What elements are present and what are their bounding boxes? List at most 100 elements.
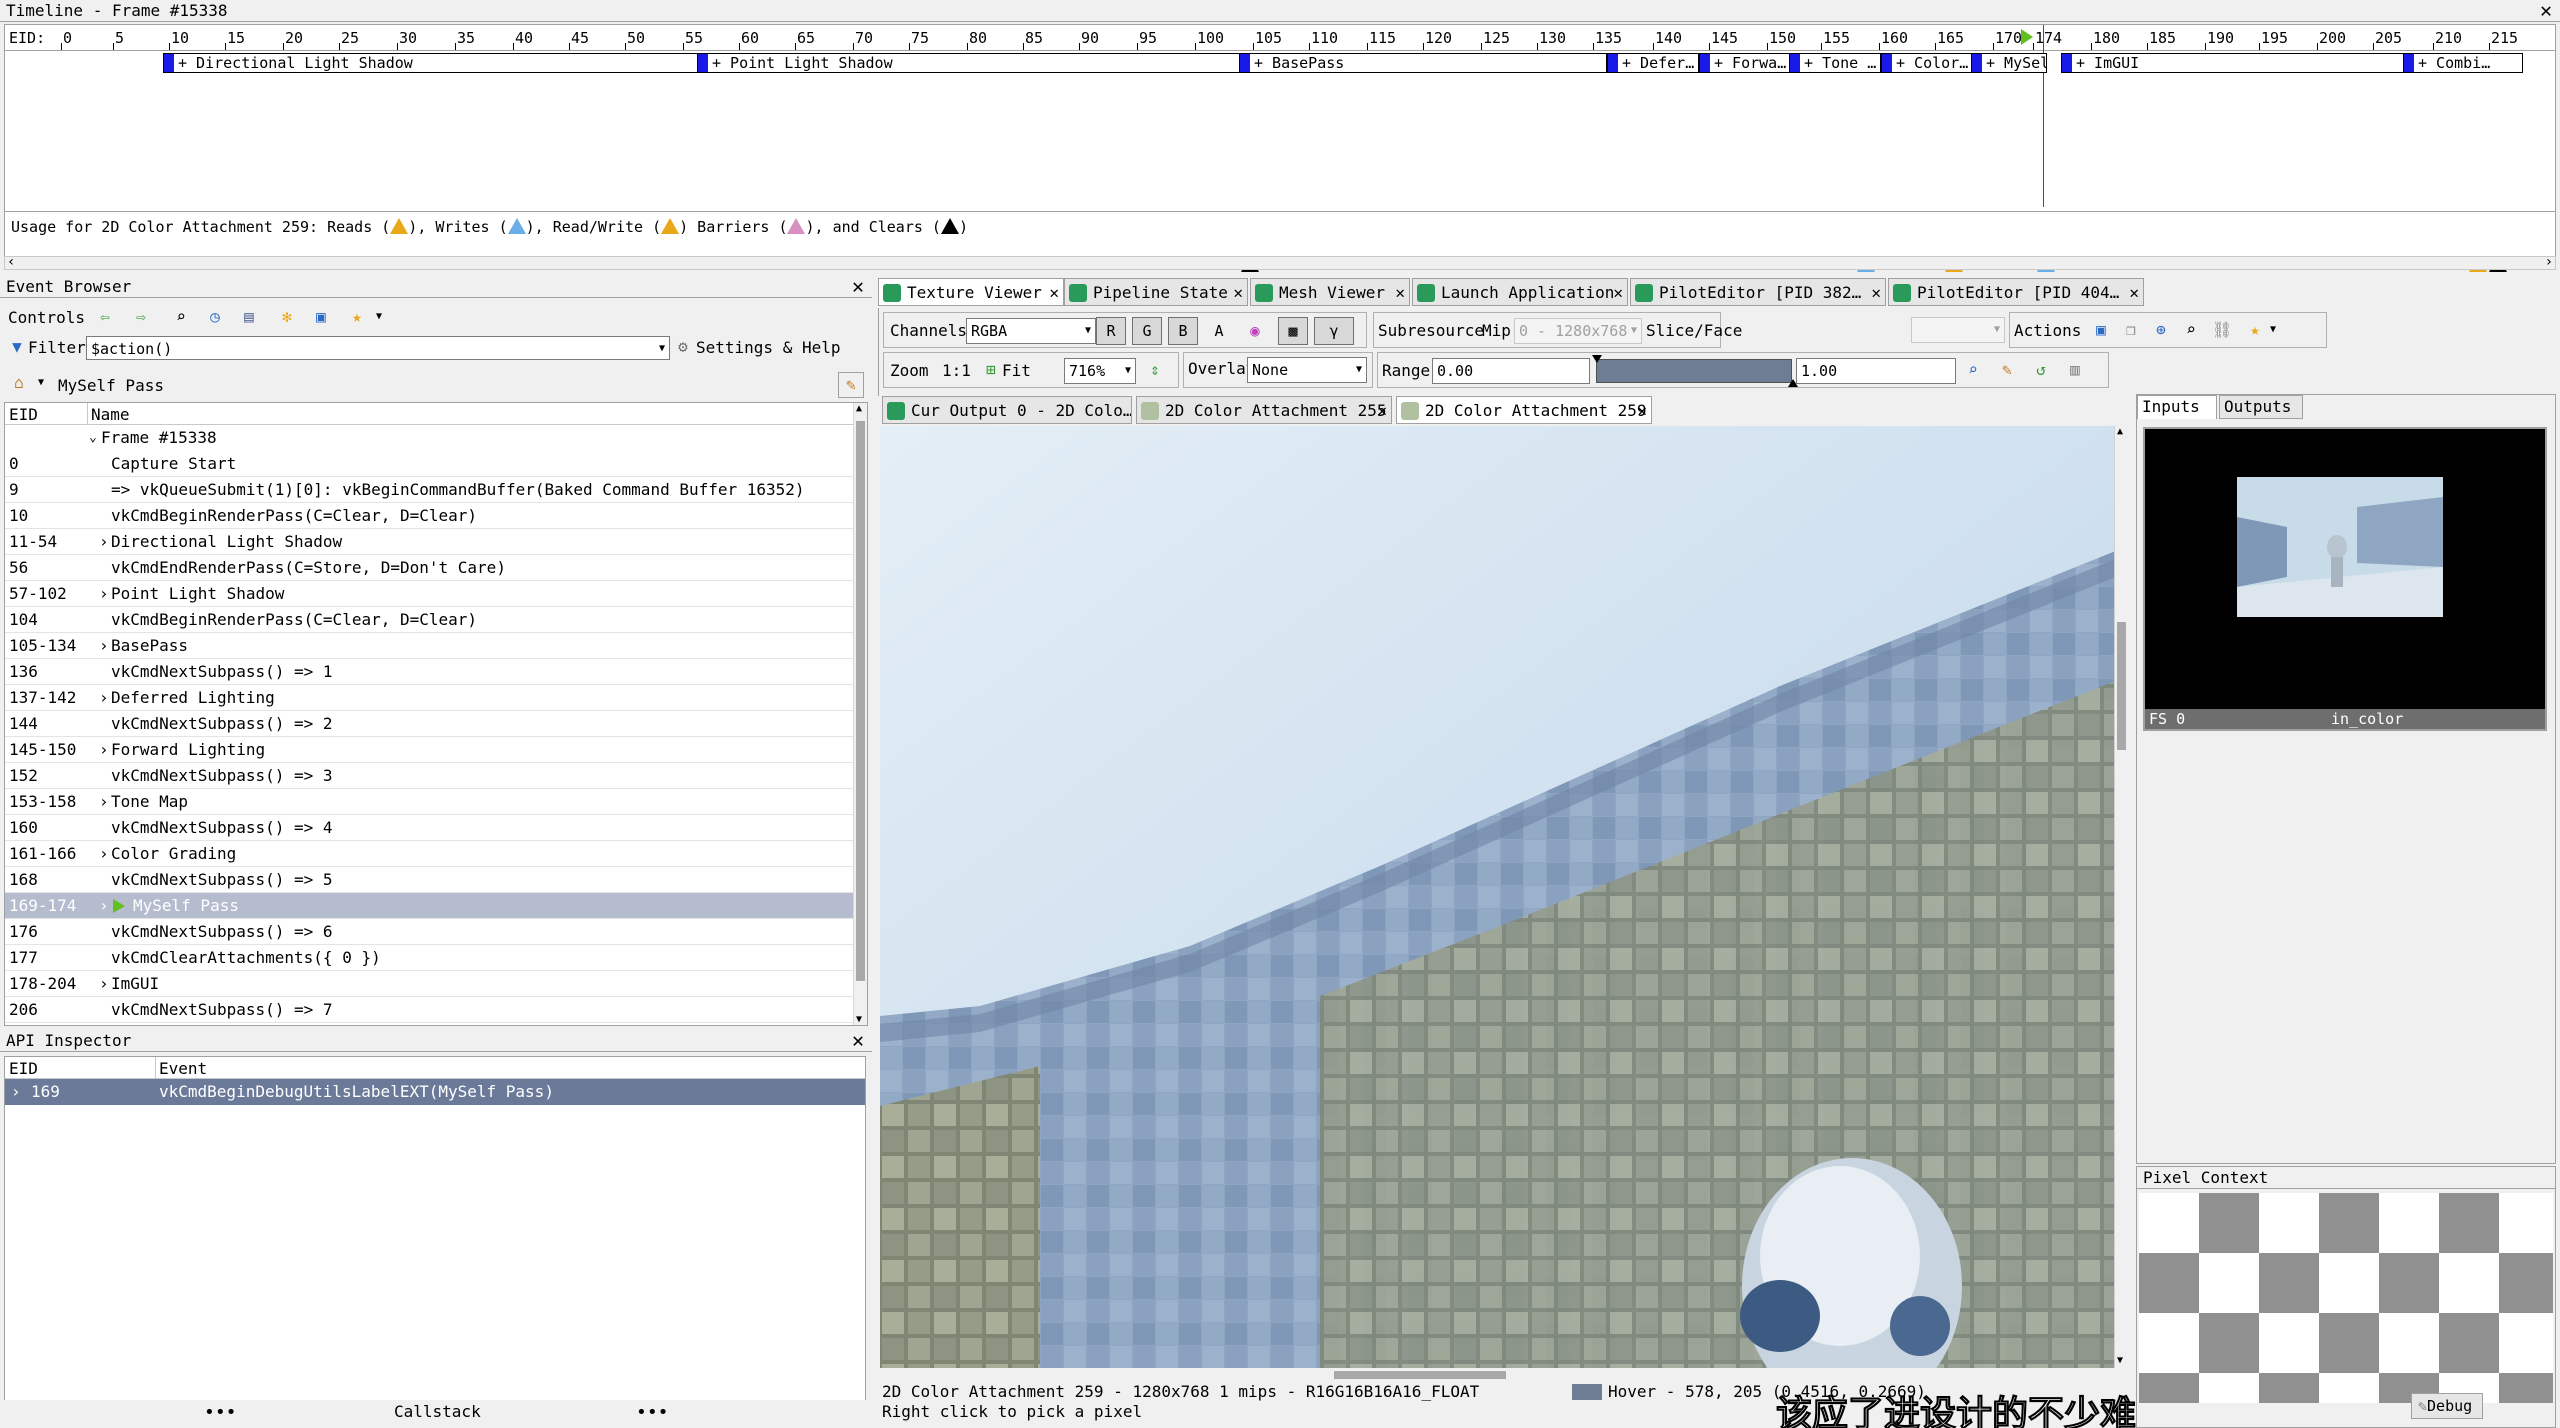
chevron-down-icon[interactable]: ⌄ xyxy=(89,425,97,451)
scroll-thumb[interactable] xyxy=(1334,1371,1506,1379)
close-icon[interactable]: ✕ xyxy=(1233,279,1243,305)
event-tree-scrollbar[interactable]: ▲ ▼ xyxy=(853,403,867,1025)
bookmark-icon[interactable]: ★ xyxy=(2246,321,2264,339)
close-icon[interactable]: ✕ xyxy=(1049,279,1059,305)
tab-inputs[interactable]: Inputs xyxy=(2137,395,2217,419)
save-icon[interactable]: ▣ xyxy=(2092,321,2110,339)
thumbnail-box[interactable]: FS 0 in_color xyxy=(2143,427,2547,731)
main-tab[interactable]: PilotEditor [PID 404… ✕ xyxy=(1888,278,2144,306)
channels-select[interactable]: RGBA ▼ xyxy=(966,318,1096,344)
find-icon[interactable]: ⌕ xyxy=(172,308,190,326)
col-eid[interactable]: EID xyxy=(9,1059,38,1078)
chevron-right-icon[interactable]: › xyxy=(99,529,109,555)
gamma-button[interactable]: γ xyxy=(1314,317,1354,345)
timeline-marker[interactable]: + Tone … xyxy=(1789,53,1881,73)
event-row[interactable]: 145-150 › Forward Lighting xyxy=(5,737,855,763)
texture-subtab[interactable]: 2D Color Attachment 255 ✕ xyxy=(1136,396,1392,424)
home-icon[interactable]: ⌂ xyxy=(10,374,28,392)
col-name[interactable]: Name xyxy=(91,405,130,424)
main-tab[interactable]: Mesh Viewer ✕ xyxy=(1250,278,1410,306)
range-handle-left[interactable] xyxy=(1592,355,1602,363)
close-icon[interactable]: ✕ xyxy=(1377,397,1387,423)
event-row[interactable]: 176 vkCmdNextSubpass() => 6 xyxy=(5,919,855,945)
chevron-right-icon[interactable]: › xyxy=(99,685,109,711)
scroll-right-icon[interactable]: › xyxy=(2545,254,2553,270)
range-slider[interactable] xyxy=(1596,359,1792,383)
frame-row[interactable]: ⌄ Frame #15338 xyxy=(5,425,855,451)
blue-channel-button[interactable]: B xyxy=(1168,317,1198,345)
event-row[interactable]: 177 vkCmdClearAttachments({ 0 }) xyxy=(5,945,855,971)
timeline-marker[interactable]: + Defer… xyxy=(1607,53,1699,73)
main-tab[interactable]: PilotEditor [PID 382… ✕ xyxy=(1630,278,1886,306)
mip-select[interactable]: 0 - 1280x768 ▼ xyxy=(1514,318,1642,344)
zoom-ratio-button[interactable]: 1:1 xyxy=(942,361,971,380)
overlay-select[interactable]: None ▼ xyxy=(1247,357,1367,383)
scroll-thumb[interactable] xyxy=(856,421,865,981)
timeline-marker[interactable]: + MySel… xyxy=(1971,53,2047,73)
event-row[interactable]: 178-204 › ImGUI xyxy=(5,971,855,997)
more-icon[interactable]: ••• xyxy=(636,1402,669,1423)
timeline-marker[interactable]: + Color… xyxy=(1881,53,1973,73)
more-icon[interactable]: ••• xyxy=(204,1402,237,1423)
timeline-marker[interactable]: + BasePass xyxy=(1239,53,1607,73)
goto-icon[interactable]: ◷ xyxy=(206,308,224,326)
main-tab[interactable]: Pipeline State ✕ xyxy=(1064,278,1248,306)
close-icon[interactable]: ✕ xyxy=(852,275,864,297)
slice-select[interactable]: ▼ xyxy=(1911,317,2005,343)
close-icon[interactable]: ✕ xyxy=(1871,279,1881,305)
chevron-right-icon[interactable]: › xyxy=(99,633,109,659)
chevron-down-icon[interactable]: ▼ xyxy=(659,337,665,359)
fit-button[interactable]: Fit xyxy=(1002,361,1031,380)
event-row[interactable]: 0 Capture Start xyxy=(5,451,855,477)
col-eid[interactable]: EID xyxy=(9,405,38,424)
timeline-scrollbar[interactable]: ‹ › xyxy=(4,254,2556,270)
main-tab[interactable]: Launch Application ✕ xyxy=(1412,278,1628,306)
range-min-input[interactable]: 0.00 xyxy=(1432,358,1590,384)
chevron-right-icon[interactable]: › xyxy=(99,971,109,997)
wand-icon[interactable]: ✎ xyxy=(1998,361,2016,379)
scroll-up-icon[interactable]: ▲ xyxy=(856,403,862,414)
filter-input[interactable]: $action() ▼ xyxy=(86,336,670,360)
chevron-right-icon[interactable]: › xyxy=(11,1079,21,1105)
reset-icon[interactable]: ↺ xyxy=(2032,361,2050,379)
green-channel-button[interactable]: G xyxy=(1132,317,1162,345)
color-wheel-icon[interactable]: ◉ xyxy=(1246,322,1264,340)
breadcrumb[interactable]: MySelf Pass xyxy=(58,376,164,395)
flip-icon[interactable]: ⇕ xyxy=(1146,361,1164,379)
chevron-right-icon[interactable]: › xyxy=(99,893,109,919)
chevron-down-icon[interactable]: ▼ xyxy=(2264,321,2282,339)
settings-gear-icon[interactable]: ✻ xyxy=(278,308,296,326)
chevron-down-icon[interactable]: ▼ xyxy=(1125,359,1131,383)
pixel-context-grid[interactable] xyxy=(2139,1193,2553,1403)
chevron-right-icon[interactable]: › xyxy=(99,581,109,607)
scroll-thumb[interactable] xyxy=(2117,622,2126,750)
chevron-right-icon[interactable]: › xyxy=(99,841,109,867)
bookmark-icon[interactable]: ★ xyxy=(348,308,366,326)
forward-icon[interactable]: ⇨ xyxy=(132,308,150,326)
timeline-marker[interactable]: + Point Light Shadow xyxy=(697,53,1243,73)
timeline-marker[interactable]: + Directional Light Shadow xyxy=(163,53,701,73)
event-row[interactable]: 137-142 › Deferred Lighting xyxy=(5,685,855,711)
chevron-down-icon[interactable]: ▼ xyxy=(1085,319,1091,343)
texture-subtab[interactable]: 2D Color Attachment 259 ✕ xyxy=(1396,396,1652,424)
edit-icon[interactable]: ✎ xyxy=(838,372,864,398)
event-row[interactable]: 57-102 › Point Light Shadow xyxy=(5,581,855,607)
timeline-body[interactable]: EID: 0 5 10 15 20 25 30 35 40 45 50 55 60 65 70 75 80 85 9… xyxy=(4,24,2556,272)
alpha-channel-button[interactable]: A xyxy=(1204,317,1234,345)
col-event[interactable]: Event xyxy=(159,1059,207,1078)
link-icon[interactable]: ⛓ xyxy=(2212,321,2232,339)
checkerboard-button[interactable]: ▩ xyxy=(1278,317,1308,345)
close-icon[interactable]: ✕ xyxy=(2540,0,2552,21)
scroll-down-icon[interactable]: ▼ xyxy=(2117,1355,2123,1366)
texture-canvas[interactable]: ▲ ▼ xyxy=(880,426,2128,1368)
event-row[interactable]: 144 vkCmdNextSubpass() => 2 xyxy=(5,711,855,737)
timeline-marker[interactable]: + Combi… xyxy=(2403,53,2523,73)
api-row[interactable]: › 169 vkCmdBeginDebugUtilsLabelEXT(MySel… xyxy=(5,1079,865,1105)
close-icon[interactable]: ✕ xyxy=(2129,279,2139,305)
event-row[interactable]: 104 vkCmdBeginRenderPass(C=Clear, D=Clear… xyxy=(5,607,855,633)
scroll-left-icon[interactable]: ‹ xyxy=(7,254,15,270)
event-row[interactable]: 136 vkCmdNextSubpass() => 1 xyxy=(5,659,855,685)
event-row[interactable]: 169-174 › MySelf Pass xyxy=(5,893,855,919)
close-icon[interactable]: ✕ xyxy=(1395,279,1405,305)
chevron-right-icon[interactable]: › xyxy=(99,789,109,815)
